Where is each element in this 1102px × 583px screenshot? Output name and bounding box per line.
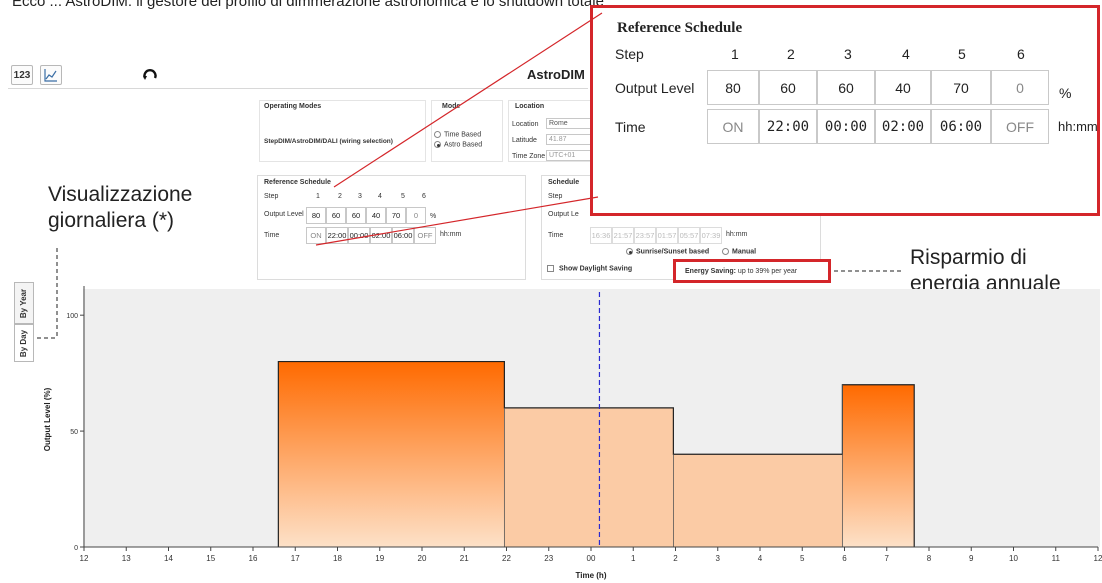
step-bar — [504, 407, 674, 547]
x-tick-label: 19 — [375, 554, 384, 563]
output-level-chart: 05010012 13 14 15 16 17 18 19 20 21 22 23 00 1 2 3 4 5 6 7 8… — [43, 286, 1102, 580]
step-bar — [842, 384, 915, 547]
x-tick-label: 4 — [758, 554, 763, 563]
step-bar — [278, 361, 505, 547]
x-tick-label: 8 — [927, 554, 932, 563]
x-tick-label: 17 — [291, 554, 300, 563]
y-tick-label: 0 — [74, 545, 78, 552]
y-axis-label: Output Level (%) — [43, 387, 52, 451]
x-tick-label: 6 — [842, 554, 847, 563]
x-tick-label: 12 — [80, 554, 89, 563]
x-tick-label: 10 — [1009, 554, 1018, 563]
x-tick-label: 23 — [544, 554, 553, 563]
x-tick-label: 00 — [587, 554, 596, 563]
x-tick-label: 21 — [460, 554, 469, 563]
x-tick-label: 13 — [122, 554, 131, 563]
x-tick-label: 16 — [249, 554, 258, 563]
x-tick-label: 5 — [800, 554, 805, 563]
step-bar — [673, 454, 843, 547]
y-tick-label: 50 — [70, 429, 78, 436]
x-tick-label: 18 — [333, 554, 342, 563]
x-tick-label: 3 — [716, 554, 721, 563]
x-tick-label: 2 — [673, 554, 678, 563]
x-tick-label: 9 — [969, 554, 974, 563]
x-tick-label: 11 — [1052, 554, 1061, 563]
chart-layer: 05010012 13 14 15 16 17 18 19 20 21 22 23 00 1 2 3 4 5 6 7 8… — [43, 286, 1102, 580]
x-tick-label: 14 — [164, 554, 173, 563]
x-tick-label: 15 — [206, 554, 215, 563]
x-tick-label: 20 — [418, 554, 427, 563]
x-tick-label: 1 — [631, 554, 636, 563]
x-tick-label: 22 — [502, 554, 511, 563]
y-tick-label: 100 — [66, 313, 78, 320]
x-tick-label: 12 — [1094, 554, 1102, 563]
x-axis-label: Time (h) — [576, 571, 607, 580]
x-tick-label: 7 — [885, 554, 890, 563]
